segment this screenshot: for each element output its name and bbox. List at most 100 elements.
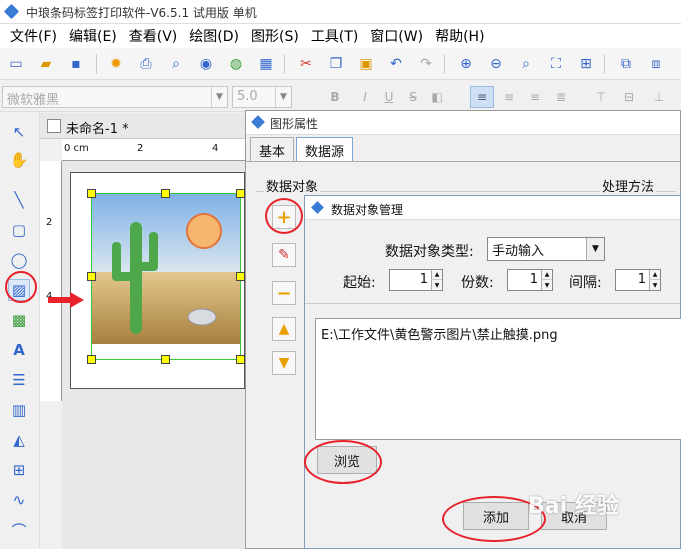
undo-icon[interactable]: ↶	[386, 54, 406, 74]
app-icon	[311, 201, 324, 214]
dialog-divider	[305, 303, 680, 304]
chevron-down-icon[interactable]: ▼	[649, 280, 660, 290]
paste-icon[interactable]: ▣	[356, 54, 376, 74]
vertical-ruler: 2 4	[40, 161, 62, 401]
resize-handle[interactable]	[236, 189, 245, 198]
new-icon[interactable]: ▭	[6, 54, 26, 74]
menu-window[interactable]: 窗口(W)	[364, 26, 429, 46]
document-icon	[47, 119, 61, 133]
move-down-button[interactable]: ▼	[272, 351, 296, 375]
save-icon[interactable]: ▪	[66, 54, 86, 74]
start-stepper[interactable]: 1 ▲ ▼	[389, 269, 443, 291]
edit-data-object-button[interactable]: ✎	[272, 243, 296, 267]
app-icon	[3, 3, 20, 20]
resize-handle[interactable]	[161, 355, 170, 364]
settings-icon[interactable]: ✹	[106, 54, 126, 74]
bold-button[interactable]: B	[326, 88, 344, 106]
zoom-icon[interactable]: ⌕	[516, 54, 536, 74]
resize-handle[interactable]	[236, 355, 245, 364]
strike-button[interactable]: S	[404, 88, 422, 106]
font-name-select[interactable]: 微软雅黑 ▼	[2, 86, 228, 108]
text-tool-icon[interactable]: A	[8, 339, 30, 361]
ungroup-icon[interactable]: ⧈	[646, 54, 666, 74]
image-object[interactable]	[91, 193, 241, 360]
chevron-up-icon[interactable]: ▲	[541, 270, 552, 280]
text-color-icon[interactable]: ◧	[428, 88, 446, 106]
ellipse-tool-icon[interactable]: ◯	[8, 249, 30, 271]
cut-icon[interactable]: ✂	[296, 54, 316, 74]
actual-size-icon[interactable]: ⊞	[576, 54, 596, 74]
image-path-textarea[interactable]: E:\工作文件\黄色警示图片\禁止触摸.png	[315, 318, 681, 440]
font-size-select[interactable]: 5.0 ▼	[232, 86, 292, 108]
line-tool-icon[interactable]: ╲	[8, 189, 30, 211]
menu-tools[interactable]: 工具(T)	[305, 26, 364, 46]
qrcode-tool-icon[interactable]: ⊞	[8, 459, 30, 481]
data-type-select[interactable]: 手动输入 ▼	[487, 237, 605, 261]
fit-window-icon[interactable]: ⛶	[546, 54, 566, 74]
align-middle-icon[interactable]: ⊟	[620, 88, 638, 106]
open-icon[interactable]: ▰	[36, 54, 56, 74]
italic-button[interactable]: I	[356, 88, 374, 106]
menu-help[interactable]: 帮助(H)	[429, 26, 490, 46]
group-icon[interactable]: ⧉	[616, 54, 636, 74]
ruler-mark: 4	[212, 143, 219, 154]
tab-data-source[interactable]: 数据源	[296, 137, 354, 161]
zoom-in-icon[interactable]: ⊕	[456, 54, 476, 74]
resize-handle[interactable]	[87, 272, 96, 281]
font-size-value: 5.0	[237, 89, 258, 104]
document-tab[interactable]: 未命名-1 *	[40, 113, 245, 139]
arc-tool-icon[interactable]: ◭	[8, 429, 30, 451]
menu-bar: 文件(F) 编辑(E) 查看(V) 绘图(D) 图形(S) 工具(T) 窗口(W…	[0, 24, 681, 48]
menu-view[interactable]: 查看(V)	[123, 26, 184, 46]
move-up-button[interactable]: ▲	[272, 317, 296, 341]
menu-shape[interactable]: 图形(S)	[245, 26, 305, 46]
align-left-icon[interactable]: ≡	[470, 86, 494, 108]
grid-icon[interactable]: ▦	[256, 54, 276, 74]
resize-handle[interactable]	[236, 272, 245, 281]
underline-button[interactable]: U	[380, 88, 398, 106]
align-right-icon[interactable]: ≡	[526, 88, 544, 106]
dialog-title: 图形属性	[270, 117, 319, 131]
ruler-mark: 2	[137, 143, 144, 154]
print-preview-icon[interactable]: ⌕	[166, 54, 186, 74]
tab-basic[interactable]: 基本	[250, 137, 295, 161]
chevron-up-icon[interactable]: ▲	[431, 270, 442, 280]
zoom-out-icon[interactable]: ⊖	[486, 54, 506, 74]
rich-text-tool-icon[interactable]: ☰	[8, 369, 30, 391]
barcode-tool-icon[interactable]: ▥	[8, 399, 30, 421]
processing-group-label: 处理方法	[600, 176, 657, 195]
chevron-up-icon[interactable]: ▲	[649, 270, 660, 280]
database-settings-icon[interactable]: ◍	[226, 54, 246, 74]
delete-data-object-button[interactable]: −	[272, 281, 296, 305]
dialog-title: 数据对象管理	[331, 203, 404, 217]
arch-tool-icon[interactable]: ⌒	[8, 519, 30, 541]
align-center-icon[interactable]: ≡	[500, 88, 518, 106]
resize-handle[interactable]	[161, 189, 170, 198]
resize-handle[interactable]	[87, 355, 96, 364]
align-bottom-icon[interactable]: ⊥	[650, 88, 668, 106]
print-icon[interactable]: ⎙	[136, 54, 156, 74]
toolbar-divider	[284, 54, 285, 74]
picture-tool-icon[interactable]: ▩	[8, 309, 30, 331]
rectangle-tool-icon[interactable]: ▢	[8, 219, 30, 241]
font-name-value: 微软雅黑	[7, 93, 60, 108]
resize-handle[interactable]	[87, 189, 96, 198]
menu-draw[interactable]: 绘图(D)	[183, 26, 245, 46]
image-path-value: E:\工作文件\黄色警示图片\禁止触摸.png	[321, 328, 558, 343]
database-icon[interactable]: ◉	[196, 54, 216, 74]
menu-edit[interactable]: 编辑(E)	[63, 26, 123, 46]
interval-stepper[interactable]: 1 ▲ ▼	[615, 269, 661, 291]
chevron-down-icon[interactable]: ▼	[541, 280, 552, 290]
align-top-icon[interactable]: ⊤	[592, 88, 610, 106]
redo-icon[interactable]: ↷	[416, 54, 436, 74]
curve-tool-icon[interactable]: ∿	[8, 489, 30, 511]
chevron-down-icon[interactable]: ▼	[431, 280, 442, 290]
data-type-value: 手动输入	[492, 244, 545, 259]
copies-stepper[interactable]: 1 ▲ ▼	[507, 269, 553, 291]
hand-tool-icon[interactable]: ✋	[8, 149, 30, 171]
pointer-tool-icon[interactable]: ↖	[8, 121, 30, 143]
data-object-group-label: 数据对象	[264, 176, 321, 195]
menu-file[interactable]: 文件(F)	[4, 26, 63, 46]
align-justify-icon[interactable]: ≣	[552, 88, 570, 106]
copy-icon[interactable]: ❐	[326, 54, 346, 74]
